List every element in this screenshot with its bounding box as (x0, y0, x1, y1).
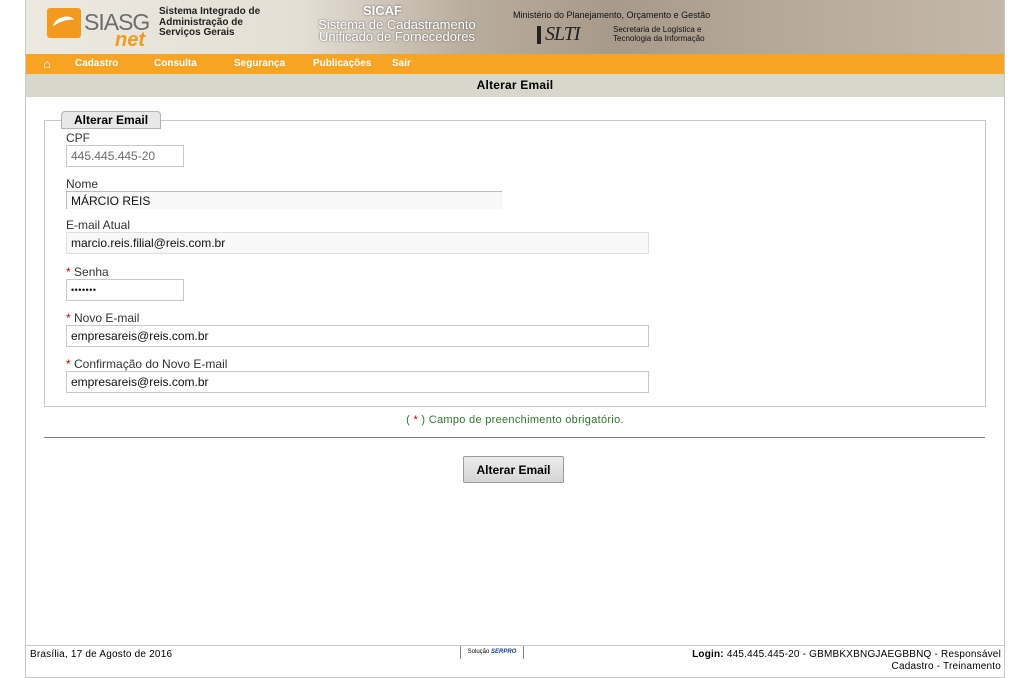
novo-email-field[interactable]: empresareis@reis.com.br (66, 325, 649, 347)
serpro-logo-text: SERPRO (491, 649, 517, 655)
required-note: ( * ) Campo de preenchimento obrigatório… (26, 414, 1004, 426)
header-banner: SIASG net Sistema Integrado de Administr… (26, 0, 1004, 54)
siasg-logo-net: net (115, 29, 145, 51)
menu-item-seguranca[interactable]: Segurança (234, 58, 285, 69)
senha-label-text: Senha (74, 265, 109, 279)
email-atual-field: marcio.reis.filial@reis.com.br (66, 232, 649, 254)
siasg-desc-line: Serviços Gerais (159, 27, 235, 38)
fieldset-legend: Alterar Email (61, 111, 162, 129)
menu-item-cadastro[interactable]: Cadastro (75, 58, 118, 69)
required-mark: * (66, 311, 71, 325)
slti-desc-line: Tecnologia da Informação (613, 33, 705, 43)
serpro-prefix: Solução (467, 649, 490, 655)
novo-email-label-text: Novo E-mail (74, 311, 140, 325)
page-frame: SIASG net Sistema Integrado de Administr… (25, 0, 1005, 678)
menu-item-consulta[interactable]: Consulta (154, 58, 197, 69)
cpf-label: CPF (66, 131, 90, 145)
login-label: Login: (692, 649, 724, 660)
sicaf-subtitle: Sistema de Cadastramento Unificado de Fo… (297, 18, 497, 44)
home-icon[interactable]: ⌂ (40, 57, 54, 71)
slti-description: Secretaria de Logística e Tecnologia da … (613, 25, 705, 43)
confirm-email-field[interactable]: empresareis@reis.com.br (66, 371, 649, 393)
menu-item-publicacoes[interactable]: Publicações (313, 58, 371, 69)
required-mark: * (66, 357, 71, 371)
sicaf-subtitle-line: Unificado de Fornecedores (318, 29, 476, 44)
note-text: ) Campo de preenchimento obrigatório. (421, 414, 624, 426)
email-atual-label: E-mail Atual (66, 218, 131, 232)
cpf-field: 445.445.445-20 (66, 145, 184, 167)
ministerio-label: Ministério do Planejamento, Orçamento e … (513, 10, 711, 20)
nome-field: MÁRCIO REIS (66, 191, 502, 209)
divider (44, 437, 985, 438)
confirm-email-label: * Confirmação do Novo E-mail (66, 357, 227, 371)
siasg-logo-mark-icon (47, 8, 81, 38)
novo-email-label: * Novo E-mail (66, 311, 139, 325)
note-required-mark: * (413, 414, 419, 426)
menu-item-sair[interactable]: Sair (392, 58, 411, 69)
main-menu: ⌂ Cadastro Consulta Segurança Publicaçõe… (26, 54, 1004, 74)
serpro-logo: Solução SERPRO (460, 646, 524, 659)
page-title: Alterar Email (26, 74, 1004, 97)
siasg-desc-line: Sistema Integrado de (159, 6, 261, 17)
siasg-description: Sistema Integrado de Administração de Se… (159, 6, 261, 39)
footer-date: Brasília, 17 de Agosto de 2016 (30, 649, 173, 660)
note-open: ( (406, 414, 411, 426)
login-value: 445.445.445-20 - GBMBKXBNGJAEGBBNQ - Res… (726, 649, 1001, 660)
siasg-logo: SIASG net (47, 6, 150, 51)
alterar-email-button[interactable]: Alterar Email (463, 456, 564, 483)
senha-label: * Senha (66, 265, 109, 279)
slti-logo: SLTI (537, 23, 581, 45)
required-mark: * (66, 265, 71, 279)
login-profile: Cadastro - Treinamento (891, 661, 1001, 672)
confirm-email-label-text: Confirmação do Novo E-mail (74, 357, 228, 371)
senha-field[interactable]: ••••••• (66, 279, 184, 301)
nome-label: Nome (66, 177, 99, 191)
footer-login: Login: 445.445.445-20 - GBMBKXBNGJAEGBBN… (692, 649, 1001, 673)
sicaf-title: SICAF (363, 3, 402, 18)
